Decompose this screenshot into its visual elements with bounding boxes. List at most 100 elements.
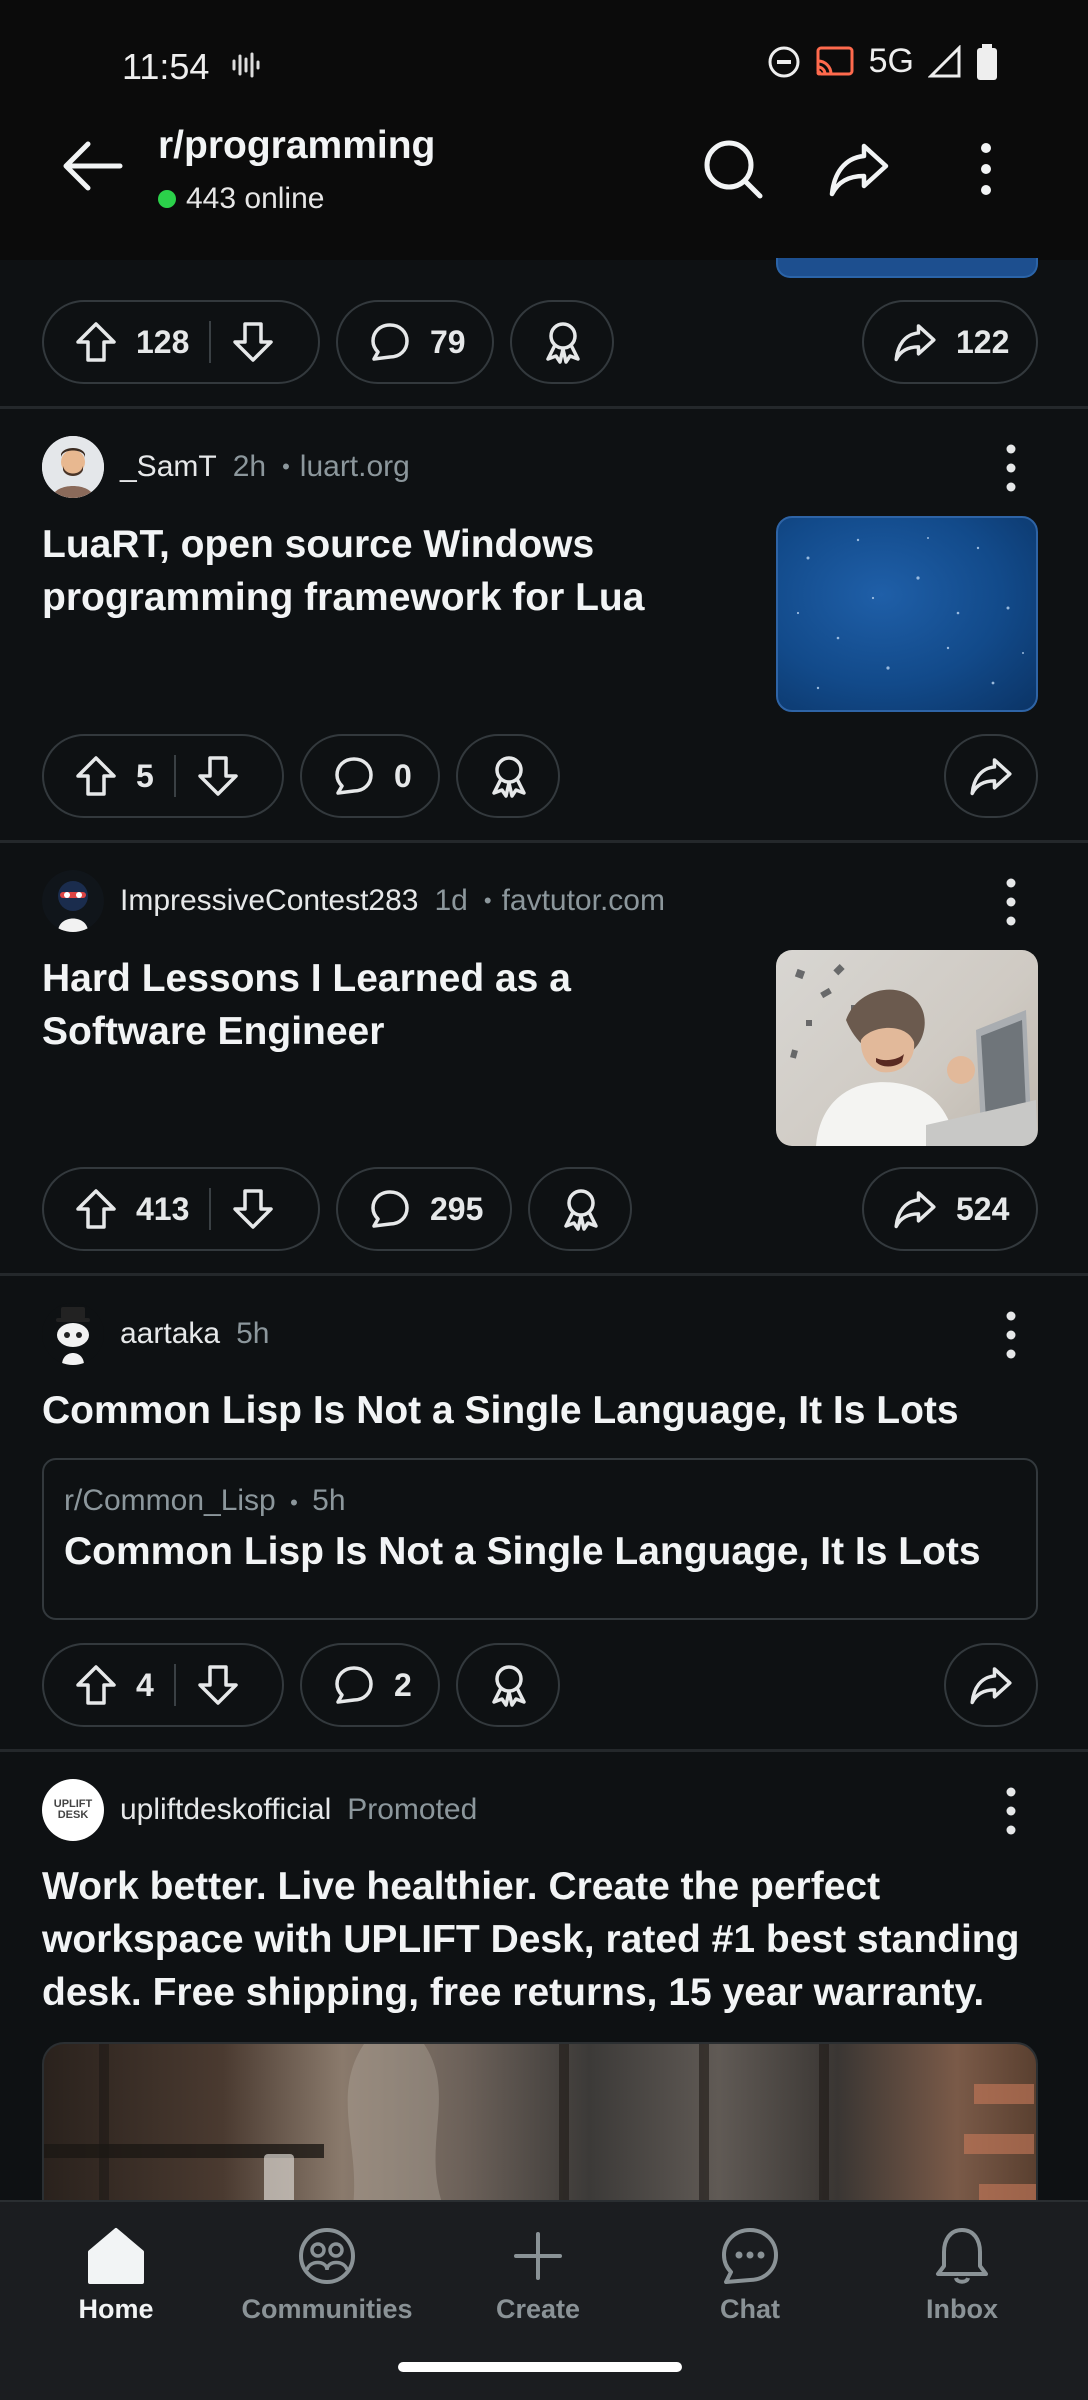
post-title[interactable]: Common Lisp Is Not a Single Language, It… [42,1384,1052,1437]
post-divider [0,1749,1088,1752]
avatar[interactable] [42,436,104,498]
crosspost-title: Common Lisp Is Not a Single Language, It… [64,1530,981,1573]
subreddit-title[interactable]: r/programming [158,124,435,168]
post-divider [0,840,1088,843]
search-icon[interactable] [700,136,766,202]
post-options-icon[interactable] [996,1783,1026,1839]
post-meta: _SamT 2h • luart.org [120,450,410,484]
network-label: 5G [868,42,914,80]
comments-button[interactable]: 0 [300,734,440,818]
award-button[interactable] [456,734,560,818]
avatar[interactable]: UPLIFT DESK [42,1779,104,1841]
nav-create[interactable]: Create [438,2226,638,2325]
more-options-icon[interactable] [966,136,1006,202]
share-count: 122 [956,323,1010,360]
comment-count: 79 [430,323,466,360]
promoted-tag: Promoted [347,1793,478,1826]
upvote-icon[interactable] [74,1663,118,1707]
post-options-icon[interactable] [996,1307,1026,1363]
upvote-icon[interactable] [74,754,118,798]
vote-pill: 5 [42,734,284,818]
post-title[interactable]: LuaRT, open source Windows programming f… [42,518,742,624]
award-button[interactable] [510,300,614,384]
post-options-icon[interactable] [996,874,1026,930]
plus-icon [514,2232,562,2280]
vote-pill: 128 [42,300,320,384]
downvote-icon[interactable] [196,754,240,798]
crosspost-age: 5h [312,1484,346,1517]
share-button[interactable] [944,734,1038,818]
nav-inbox[interactable]: Inbox [862,2226,1062,2325]
avatar[interactable] [42,1303,104,1365]
share-icon [894,1191,936,1229]
post-author[interactable]: _SamT [120,450,217,484]
upvote-icon[interactable] [74,320,118,364]
comment-count: 0 [394,757,412,794]
comment-icon [371,1190,409,1228]
post-author[interactable]: upliftdeskofficial [120,1793,331,1827]
award-icon [546,322,580,364]
award-button[interactable] [528,1167,632,1251]
crosspost-card[interactable]: r/Common_Lisp • 5h Common Lisp Is Not a … [42,1458,1038,1620]
communities-icon [299,2228,355,2284]
post-age: 1d [434,884,468,917]
upvote-count: 4 [136,1666,154,1703]
nav-chat[interactable]: Chat [650,2226,850,2325]
post-thumbnail[interactable] [776,950,1038,1146]
share-icon [970,758,1012,796]
comment-icon [335,757,373,795]
comment-icon [371,323,409,361]
post-meta: upliftdeskofficial Promoted [120,1793,477,1827]
award-button[interactable] [456,1643,560,1727]
share-button[interactable] [944,1643,1038,1727]
share-count: 524 [956,1190,1010,1227]
post-title[interactable]: Hard Lessons I Learned as a Software Eng… [42,952,742,1058]
downvote-icon[interactable] [231,320,275,364]
share-button[interactable]: 524 [862,1167,1038,1251]
online-dot [158,190,176,208]
chat-icon [722,2228,778,2284]
post-age: 5h [236,1317,270,1350]
vote-pill: 413 [42,1167,320,1251]
back-arrow-icon[interactable] [58,136,128,196]
comment-count: 295 [430,1190,484,1227]
post-meta: aartaka 5h [120,1317,269,1351]
post-divider [0,1273,1088,1276]
comment-count: 2 [394,1666,412,1703]
nav-home[interactable]: Home [16,2226,216,2325]
post-author[interactable]: aartaka [120,1317,220,1351]
post-title[interactable]: Work better. Live healthier. Create the … [42,1860,1062,2019]
upvote-count: 128 [136,323,190,360]
post-meta: ImpressiveContest283 1d • favtutor.com [120,884,665,918]
post-divider [0,406,1088,409]
battery-icon [977,43,997,80]
comments-button[interactable]: 295 [336,1167,512,1251]
share-icon [894,324,936,362]
share-button[interactable]: 122 [862,300,1038,384]
comments-button[interactable]: 2 [300,1643,440,1727]
crosspost-subreddit[interactable]: r/Common_Lisp [64,1484,276,1517]
award-icon [564,1189,598,1231]
post-author[interactable]: ImpressiveContest283 [120,884,418,918]
crosspost-meta: r/Common_Lisp • 5h [64,1484,346,1517]
do-not-disturb-icon [768,46,800,77]
nav-communities[interactable]: Communities [227,2226,427,2325]
post-options-icon[interactable] [996,440,1026,496]
status-time: 11:54 [122,46,210,87]
avatar[interactable] [42,870,104,932]
comment-icon [335,1666,373,1704]
comments-button[interactable]: 79 [336,300,494,384]
post-domain[interactable]: favtutor.com [502,884,665,918]
downvote-icon[interactable] [196,1663,240,1707]
award-icon [492,756,526,798]
post-domain[interactable]: luart.org [300,450,410,484]
online-count: 443 online [158,182,324,216]
downvote-icon[interactable] [231,1187,275,1231]
gesture-home-bar[interactable] [398,2362,682,2372]
share-icon[interactable] [826,136,892,202]
upvote-icon[interactable] [74,1187,118,1231]
previous-post-thumbnail [776,258,1038,278]
bell-icon [936,2228,988,2284]
post-thumbnail[interactable] [776,516,1038,712]
status-bar: 11:54 5G [0,0,1088,130]
